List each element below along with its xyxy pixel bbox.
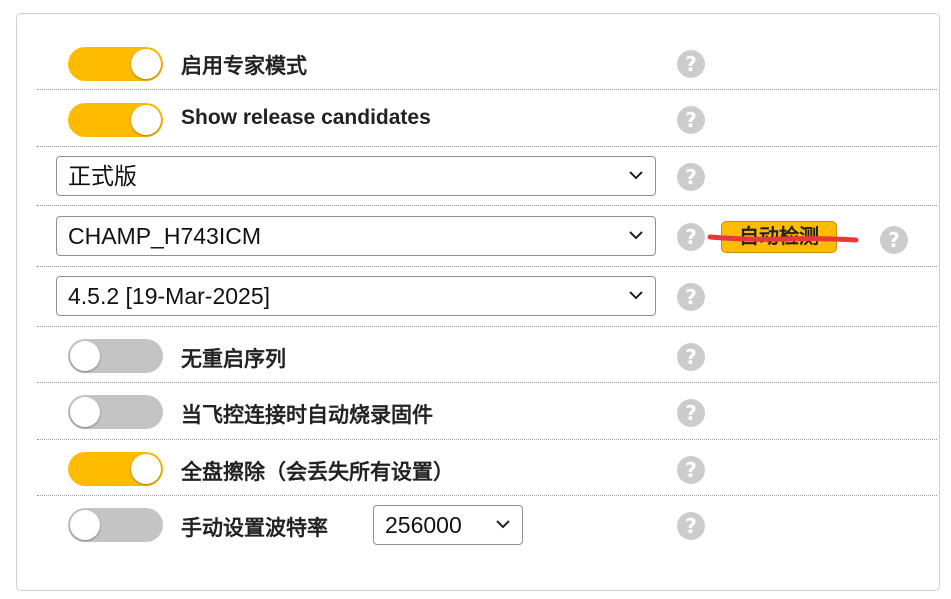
firmware-options-panel: 启用专家模式 ? Show release candidates ? 正式版 ?… [16,13,940,591]
chevron-down-icon [629,171,643,180]
flash-on-connect-label: 当飞控连接时自动烧录固件 [181,404,433,427]
manual-baud-row: 手动设置波特率 256000 ? [37,496,937,576]
board-value: CHAMP_H743ICM [68,223,261,249]
board-select[interactable]: CHAMP_H743ICM [56,216,656,256]
flash-on-connect-row: 当飞控连接时自动烧录固件 ? [37,383,937,440]
help-icon[interactable]: ? [677,456,705,484]
flash-on-connect-toggle[interactable] [68,395,163,429]
full-chip-erase-row: 全盘擦除（会丢失所有设置） ? [37,440,937,496]
expert-mode-label: 启用专家模式 [181,55,307,78]
show-rc-label: Show release candidates [181,106,431,129]
full-chip-erase-toggle[interactable] [68,452,163,486]
full-chip-erase-label: 全盘擦除（会丢失所有设置） [181,461,454,484]
toggle-knob [131,105,161,135]
no-reboot-toggle[interactable] [68,339,163,373]
chevron-down-icon [629,231,643,240]
show-rc-toggle[interactable] [68,103,163,137]
toggle-knob [70,341,100,371]
help-icon[interactable]: ? [677,343,705,371]
toggle-knob [70,397,100,427]
toggle-knob [131,454,161,484]
expert-mode-row: 启用专家模式 ? [37,14,937,90]
release-type-select[interactable]: 正式版 [56,156,656,196]
help-icon[interactable]: ? [677,223,705,251]
toggle-knob [131,49,161,79]
version-select[interactable]: 4.5.2 [19-Mar-2025] [56,276,656,316]
chevron-down-icon [496,520,510,529]
baud-rate-select[interactable]: 256000 [373,505,523,545]
help-icon[interactable]: ? [677,106,705,134]
no-reboot-label: 无重启序列 [181,348,286,371]
version-row: 4.5.2 [19-Mar-2025] ? [37,267,937,327]
no-reboot-row: 无重启序列 ? [37,327,937,383]
show-rc-row: Show release candidates ? [37,90,937,147]
release-type-row: 正式版 ? [37,147,937,206]
help-icon[interactable]: ? [677,283,705,311]
help-icon[interactable]: ? [677,512,705,540]
auto-detect-help-icon[interactable]: ? [880,226,908,254]
baud-rate-value: 256000 [385,512,462,538]
expert-mode-toggle[interactable] [68,47,163,81]
chevron-down-icon [629,291,643,300]
manual-baud-toggle[interactable] [68,508,163,542]
help-icon[interactable]: ? [677,50,705,78]
manual-baud-label: 手动设置波特率 [181,517,328,540]
release-type-value: 正式版 [68,163,137,189]
help-icon[interactable]: ? [677,399,705,427]
toggle-knob [70,510,100,540]
strikethrough-mark [707,234,859,243]
help-icon[interactable]: ? [677,163,705,191]
version-value: 4.5.2 [19-Mar-2025] [68,283,271,309]
